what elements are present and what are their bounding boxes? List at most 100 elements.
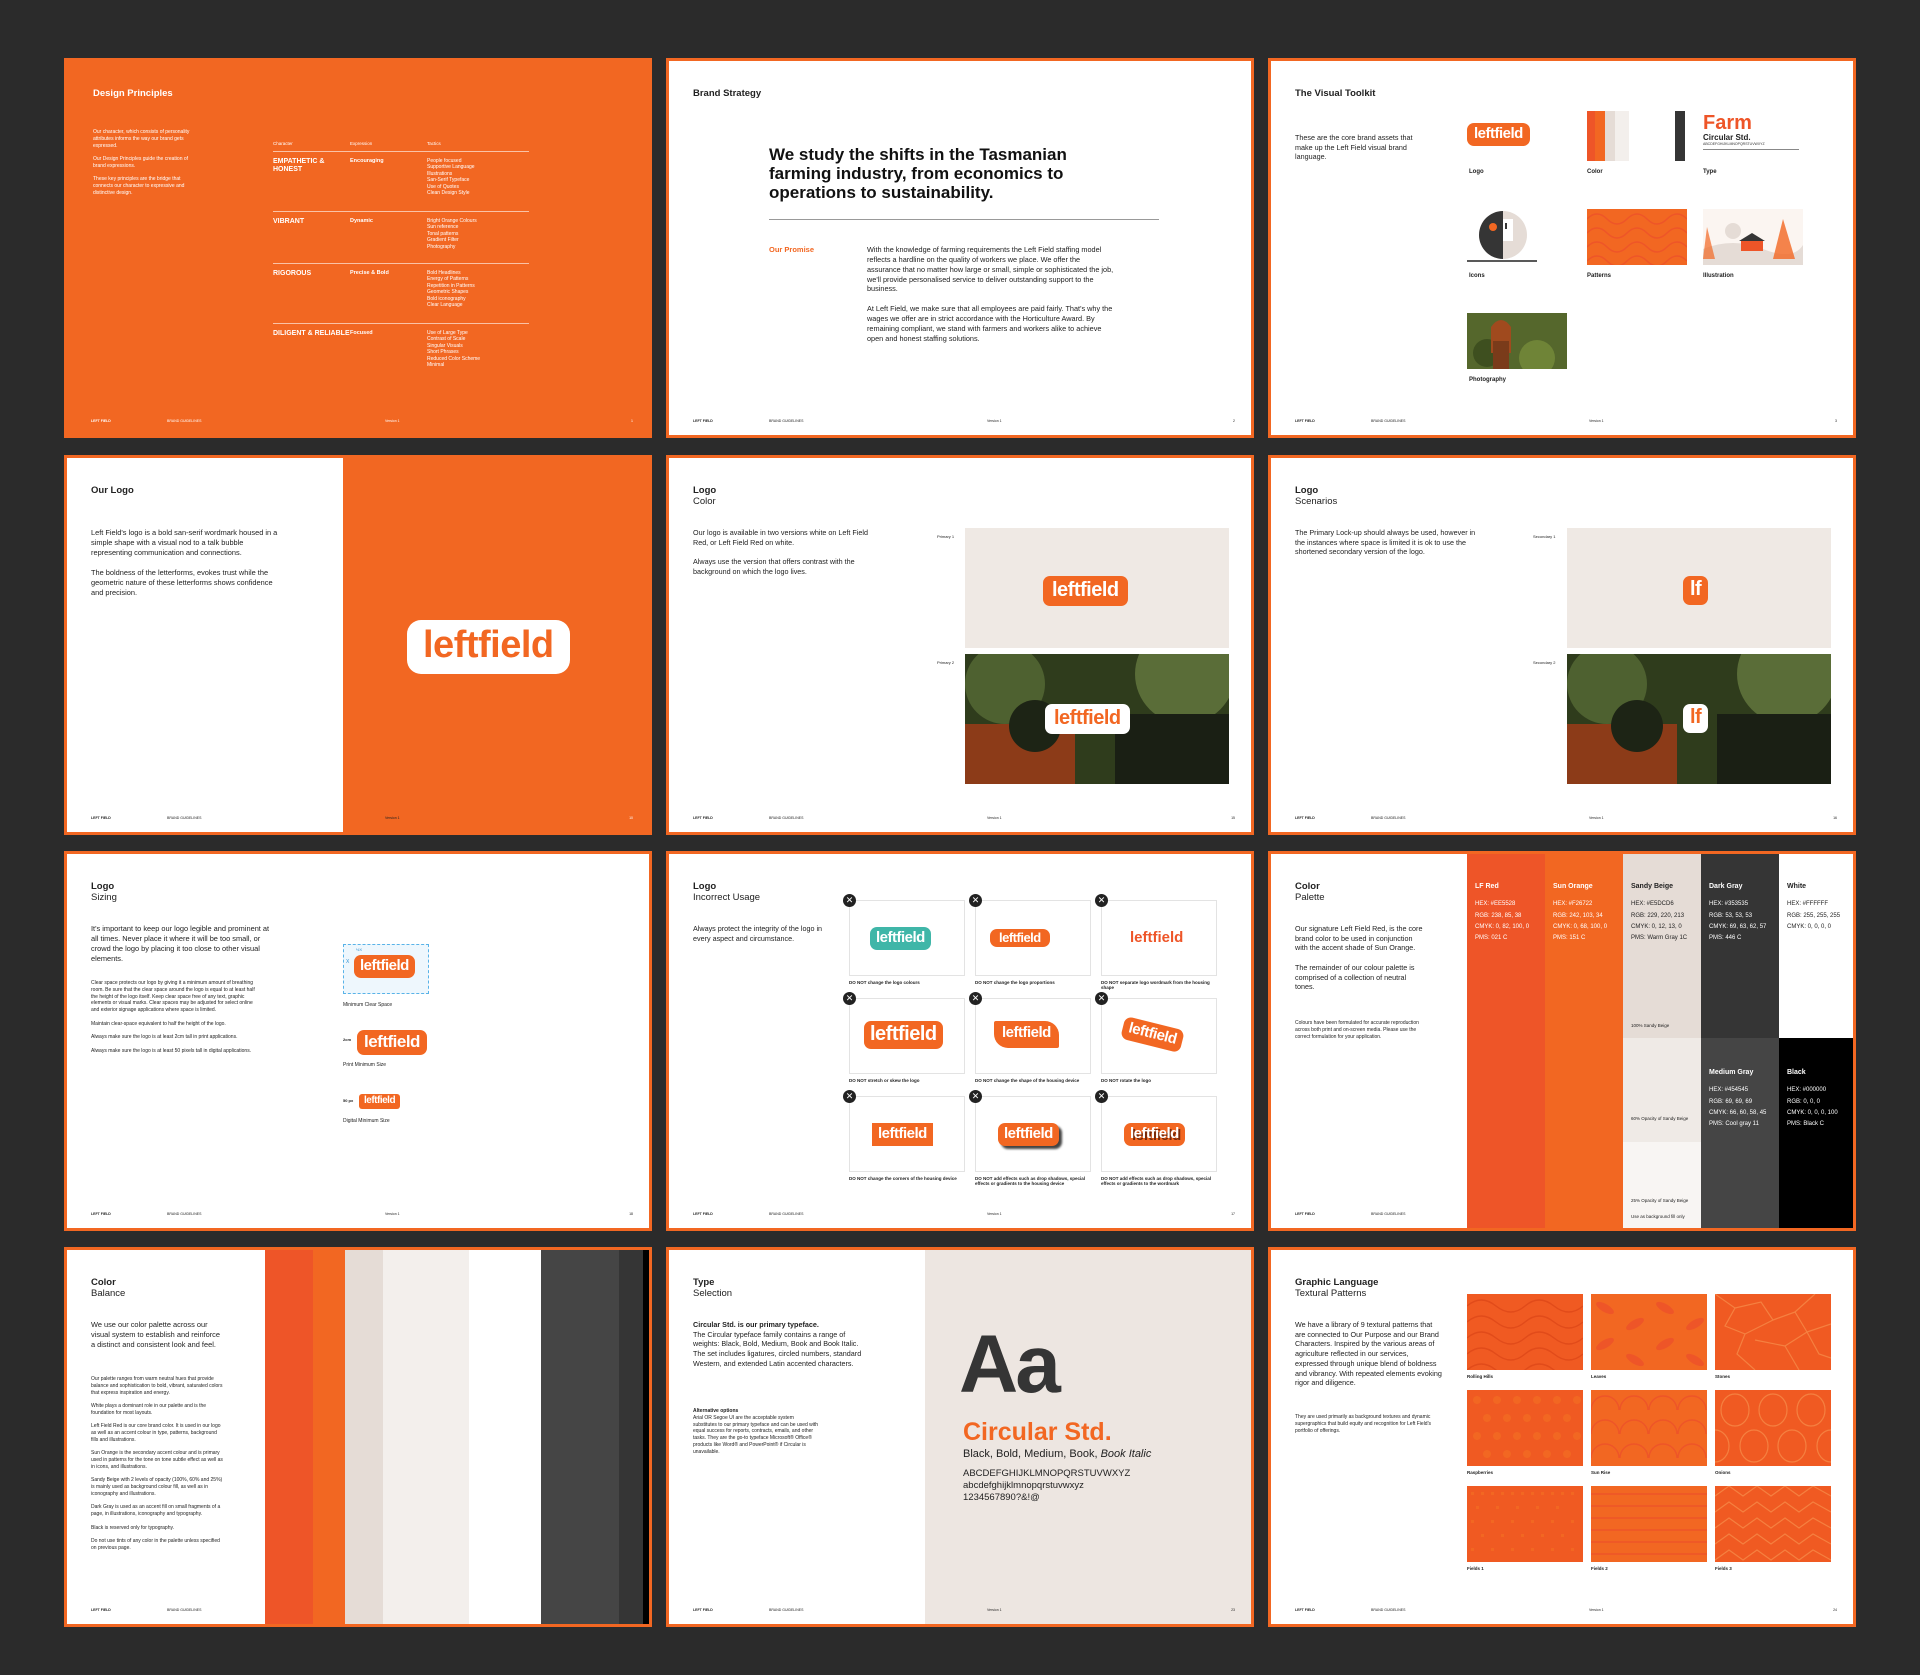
primary-1-preview: leftfield (965, 528, 1229, 648)
title-main: Color (1295, 881, 1320, 892)
close-icon: ✕ (843, 992, 856, 1005)
palette-text: Our signature Left Field Red, is the cor… (1295, 924, 1423, 992)
close-icon: ✕ (969, 1090, 982, 1103)
footer-doc: BRAND GUIDELINES (167, 1608, 202, 1612)
body-para-1: Left Field's logo is a bold san-serif wo… (91, 528, 278, 557)
balance-bar-sun-orange (313, 1250, 345, 1624)
page-type-selection[interactable]: Type Selection Circular Std. is our prima… (666, 1247, 1254, 1627)
footer-version: Version 1 (987, 419, 1002, 423)
page-logo-sizing[interactable]: Logo Sizing It's important to keep our lo… (64, 851, 652, 1231)
body-para-1: Our logo is available in two versions wh… (693, 528, 868, 547)
fields-2-pattern (1591, 1493, 1707, 1555)
caption-min-clear-space: Minimum Clear Space (343, 1002, 393, 1008)
secondary-2-preview: lf (1567, 654, 1831, 784)
toolkit-label-patterns: Patterns (1587, 273, 1612, 279)
logo-wordmark: leftfield (872, 1123, 933, 1146)
photo-farmer (1467, 313, 1567, 369)
swatch-pms: PMS: 151 C (1553, 935, 1586, 942)
title-main: Type (693, 1277, 715, 1288)
page-footer: LEFT FIELD BRAND GUIDELINES (1295, 1212, 1443, 1218)
close-icon: ✕ (843, 894, 856, 907)
page-title: Color Palette (1295, 881, 1325, 904)
toolkit-patterns (1587, 209, 1687, 265)
page-logo-color[interactable]: Logo Color Our logo is available in two v… (666, 455, 1254, 835)
swatch-medium-gray: Medium Gray HEX: #454545 RGB: 69, 69, 69… (1701, 1038, 1779, 1228)
hero-logo: leftfield (407, 620, 570, 674)
farmer-icon (1467, 211, 1537, 262)
footer-version: Version 1 (385, 419, 400, 423)
swatch-pms: PMS: Cool gray 11 (1709, 1121, 1759, 1128)
intro-text: These are the core brand assets that mak… (1295, 133, 1413, 162)
footer-brand: LEFT FIELD (693, 816, 713, 820)
swatch-cmyk: CMYK: 0, 68, 100, 0 (1553, 924, 1608, 931)
swatch-rgb: RGB: 255, 255, 255 (1787, 912, 1841, 919)
page-graphic-language[interactable]: Graphic Language Textural Patterns We hav… (1268, 1247, 1856, 1627)
swatch-rgb: RGB: 229, 220, 213 (1631, 912, 1685, 919)
alt-title: Alternative options (693, 1408, 739, 1414)
cell-character: EMPATHETIC & HONEST (273, 157, 325, 173)
fields-3-pattern (1715, 1486, 1831, 1561)
toolkit-photography (1467, 313, 1567, 369)
left-panel (67, 458, 343, 832)
close-icon: ✕ (843, 1090, 856, 1103)
page-brand-strategy[interactable]: Brand Strategy We study the shifts in th… (666, 58, 1254, 438)
toolkit-label-color: Color (1587, 169, 1603, 175)
footer-doc: BRAND GUIDELINES (1371, 1608, 1406, 1612)
footer-doc: BRAND GUIDELINES (769, 1212, 804, 1216)
page-number: 17 (1231, 1212, 1235, 1216)
swatch-name: White (1787, 883, 1807, 890)
swatch-name: LF Red (1475, 883, 1499, 890)
clear-space-diagram: X ½X leftfield (343, 944, 429, 994)
pattern-label: Rolling Hills (1467, 1374, 1494, 1379)
page-color-balance[interactable]: Color Balance We use our color palette ac… (64, 1247, 652, 1627)
page-title: Logo Sizing (91, 881, 117, 904)
type-specimen-aa: Aa (959, 1319, 1061, 1410)
swatch-dark-gray (1675, 111, 1685, 161)
swatch-dark-gray: Dark Gray HEX: #353535 RGB: 53, 53, 53 C… (1701, 854, 1779, 1038)
clear-space-x-mark: X (346, 959, 350, 965)
swatch-name: Dark Gray (1709, 883, 1743, 890)
swatch-name: Medium Gray (1709, 1069, 1754, 1076)
title-main: Logo (693, 485, 717, 496)
type-rule (1703, 149, 1799, 150)
page-color-palette[interactable]: Color Palette Our signature Left Field Re… (1268, 851, 1856, 1231)
pattern-fields-3 (1715, 1486, 1831, 1562)
table-header: Character Expression Tactics (273, 141, 529, 152)
beige-25-note: Use as background fill only (1631, 1214, 1685, 1219)
footer-doc: BRAND GUIDELINES (1371, 1212, 1406, 1216)
pattern-onions (1715, 1390, 1831, 1466)
page-our-logo[interactable]: Our Logo Left Field's logo is a bold san… (64, 455, 652, 835)
detail-para: Dark Gray is used as an accent fill on s… (91, 1504, 221, 1517)
swatch-pms: PMS: Warm Gray 1C (1631, 935, 1688, 942)
logo-wordmark: leftfield (998, 1123, 1059, 1146)
table-row: VIBRANT Dynamic Bright Orange Colours Su… (273, 212, 529, 264)
page-design-principles[interactable]: Design Principles Our character, which c… (64, 58, 652, 438)
clear-space-half-mark: ½X (356, 947, 363, 952)
footer-brand: LEFT FIELD (1295, 1608, 1315, 1612)
graphic-language-note: They are used primarily as background te… (1295, 1414, 1432, 1434)
detail-para-1: Clear space protects our logo by giving … (91, 980, 255, 1013)
toolkit-label-logo: Logo (1469, 169, 1484, 175)
label-primary-2: Primary 2 (937, 660, 955, 665)
type-glyphs: ABCDEFGHIJKLMNOPQRSTUVWXYZ abcdefghijklm… (963, 1468, 1130, 1504)
glyphs-lower: abcdefghijklmnopqrstuvwxyz (963, 1479, 1084, 1491)
close-icon: ✕ (969, 992, 982, 1005)
page-footer: LEFT FIELD BRAND GUIDELINES Version 1 1 (91, 419, 633, 425)
footer-brand: LEFT FIELD (1295, 419, 1315, 423)
logo-wordmark: leftfield (1043, 576, 1128, 606)
title-sub: Incorrect Usage (693, 891, 761, 903)
title-sub: Color (693, 495, 716, 507)
page-visual-toolkit[interactable]: The Visual Toolkit These are the core br… (1268, 58, 1856, 438)
page-logo-incorrect-usage[interactable]: Logo Incorrect Usage Always protect the i… (666, 851, 1254, 1231)
cell-tactics: Use of Large Type Contrast of Scale Sing… (427, 329, 481, 369)
short-logo-white: lf (1683, 704, 1709, 733)
cell-character: DILIGENT & RELIABLE (273, 329, 350, 337)
cell-expression: Focused (350, 329, 373, 336)
swatch-sun-orange (1595, 111, 1605, 161)
swatch-rgb: RGB: 53, 53, 53 (1709, 912, 1753, 919)
swatch-name: Sun Orange (1553, 883, 1593, 890)
page-footer: LEFT FIELD BRAND GUIDELINES Version 1 23 (693, 1608, 1235, 1614)
page-logo-scenarios[interactable]: Logo Scenarios The Primary Lock-up should… (1268, 455, 1856, 835)
swatch-rgb: RGB: 238, 85, 38 (1475, 912, 1522, 919)
close-icon: ✕ (969, 894, 982, 907)
